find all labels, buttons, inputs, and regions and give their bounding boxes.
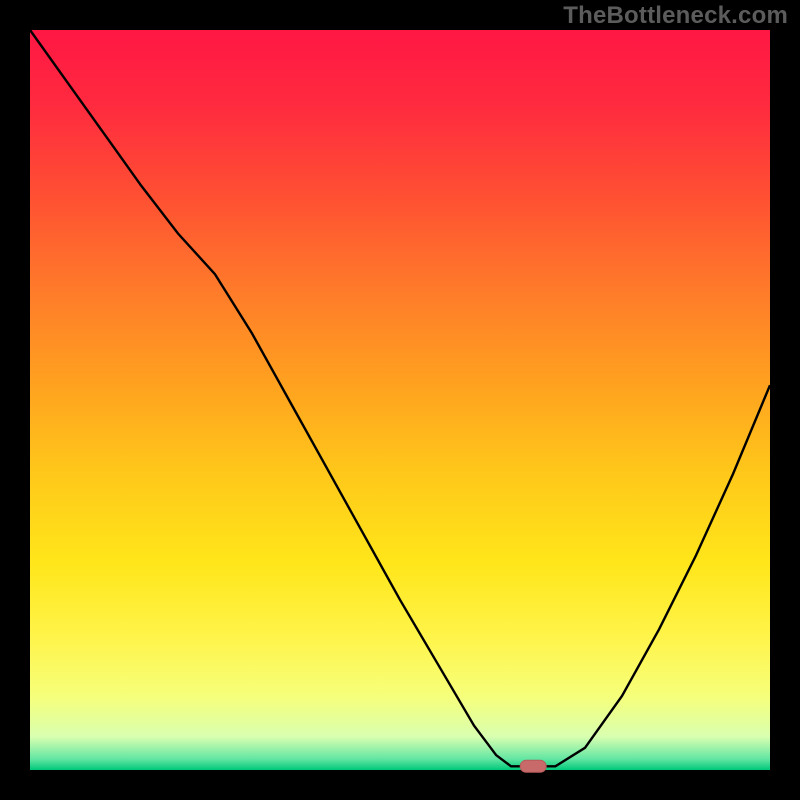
watermark-text: TheBottleneck.com [563,2,788,30]
optimal-marker [520,760,546,772]
plot-background [30,30,770,770]
bottleneck-chart [0,0,800,800]
